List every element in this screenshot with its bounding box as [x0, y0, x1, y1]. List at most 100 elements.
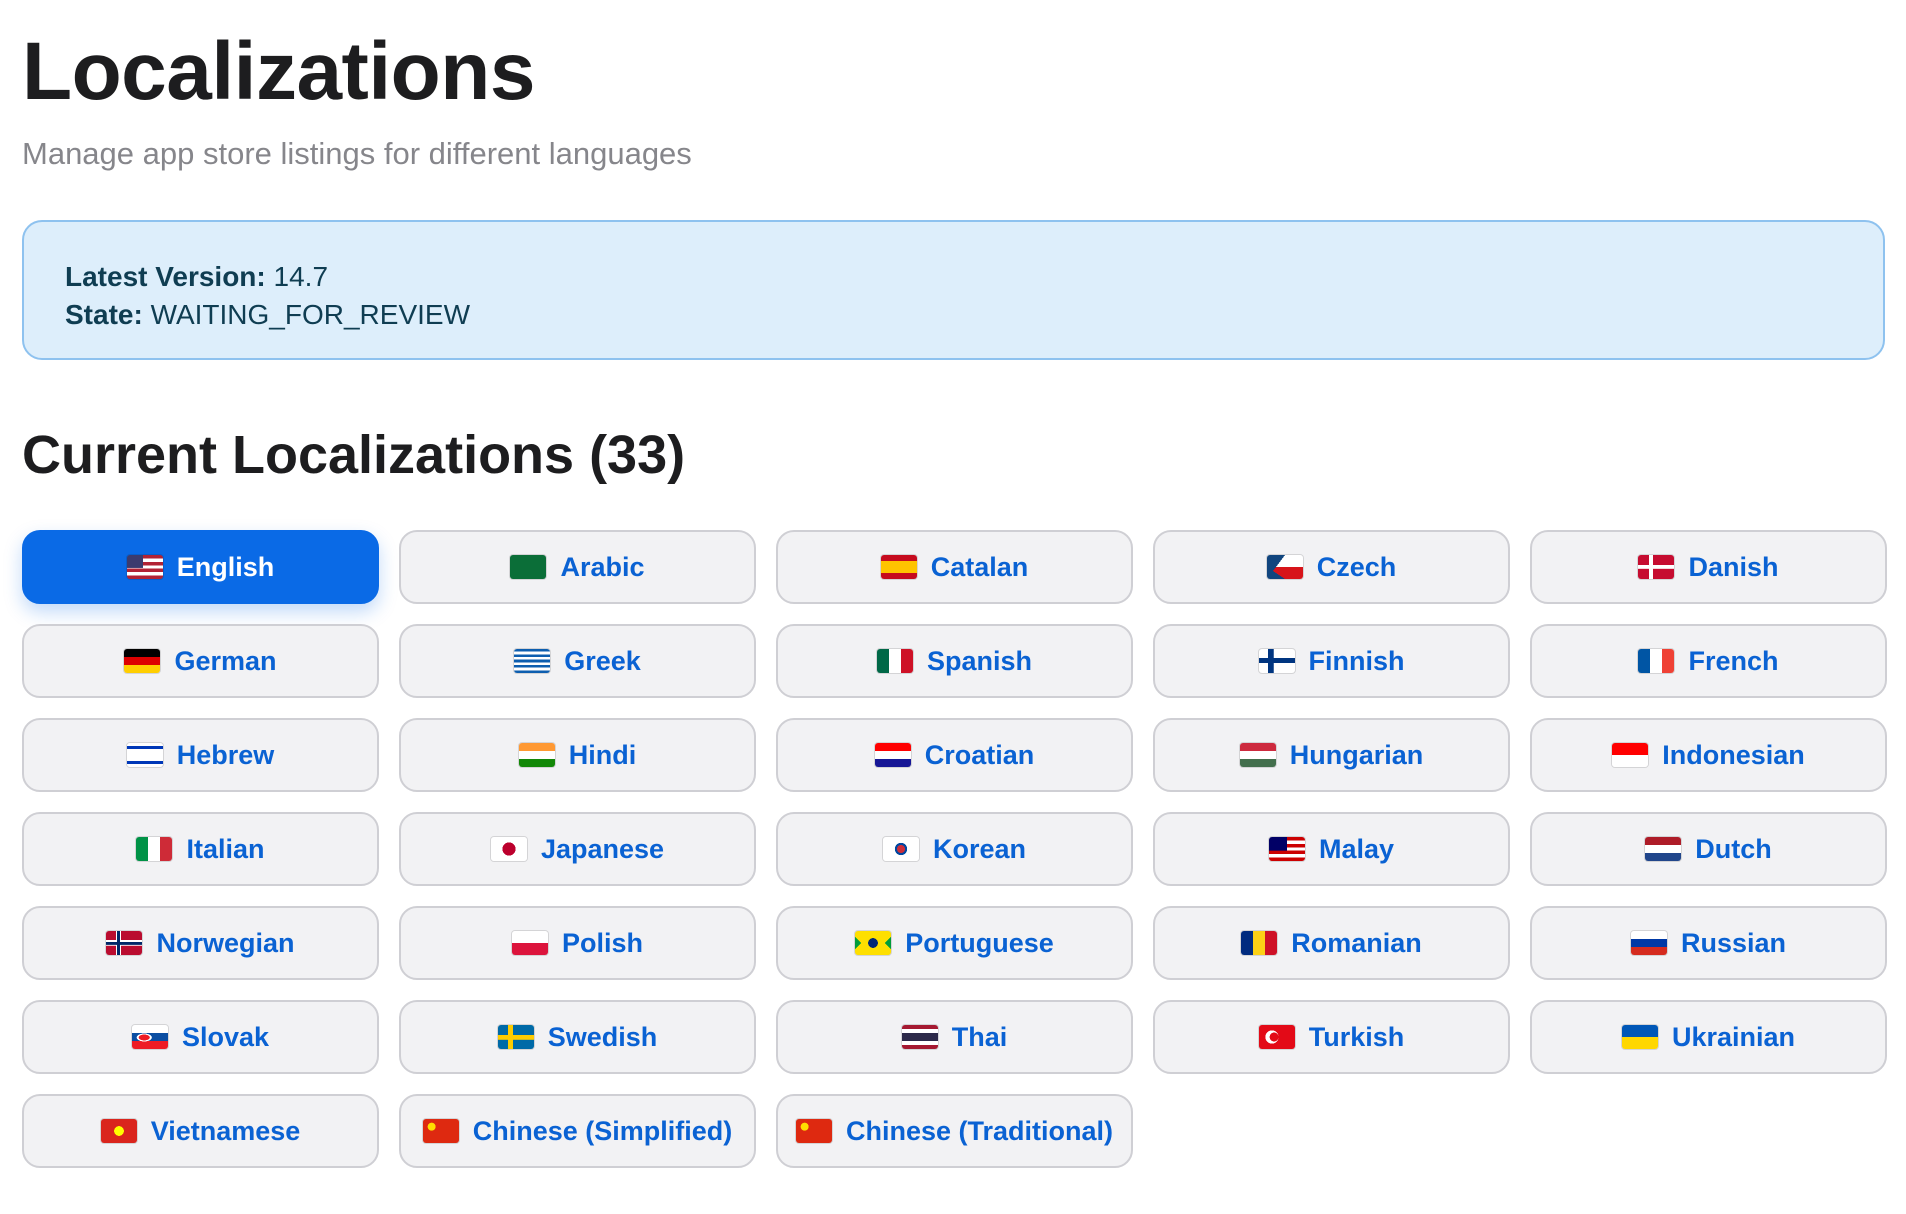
localization-label: Malay — [1318, 833, 1395, 864]
localization-button-czech[interactable]: Czech — [1153, 530, 1510, 604]
localization-button-finnish[interactable]: Finnish — [1153, 624, 1510, 698]
de-flag-icon — [124, 649, 161, 673]
th-flag-icon — [901, 1025, 938, 1049]
se-flag-icon — [497, 1025, 534, 1049]
localization-label: Korean — [932, 833, 1027, 864]
localization-label: Italian — [186, 833, 265, 864]
localization-label: Greek — [564, 645, 641, 676]
localization-button-korean[interactable]: Korean — [776, 812, 1133, 886]
sa-flag-icon — [510, 555, 547, 579]
my-flag-icon — [1268, 837, 1305, 861]
localization-label: Arabic — [560, 551, 645, 582]
localization-label: Hindi — [568, 739, 637, 770]
tr-flag-icon — [1258, 1025, 1295, 1049]
localization-button-slovak[interactable]: Slovak — [22, 1000, 379, 1074]
localization-button-turkish[interactable]: Turkish — [1153, 1000, 1510, 1074]
es-flag-icon — [880, 555, 917, 579]
localization-button-german[interactable]: German — [22, 624, 379, 698]
localization-button-thai[interactable]: Thai — [776, 1000, 1133, 1074]
localization-button-croatian[interactable]: Croatian — [776, 718, 1133, 792]
section-title: Current Localizations (33) — [22, 425, 686, 485]
state-label: State: — [65, 299, 143, 330]
localization-button-hindi[interactable]: Hindi — [399, 718, 756, 792]
localization-button-portuguese[interactable]: Portuguese — [776, 906, 1133, 980]
localization-button-indonesian[interactable]: Indonesian — [1530, 718, 1887, 792]
localization-button-swedish[interactable]: Swedish — [399, 1000, 756, 1074]
version-label: Latest Version: — [65, 261, 266, 292]
il-flag-icon — [126, 743, 163, 767]
cz-flag-icon — [1266, 555, 1303, 579]
version-info-box: Latest Version: 14.7 State: WAITING_FOR_… — [22, 220, 1885, 360]
dk-flag-icon — [1638, 555, 1675, 579]
localization-button-russian[interactable]: Russian — [1530, 906, 1887, 980]
localization-button-dutch[interactable]: Dutch — [1530, 812, 1887, 886]
localization-button-romanian[interactable]: Romanian — [1153, 906, 1510, 980]
localization-button-spanish[interactable]: Spanish — [776, 624, 1133, 698]
vn-flag-icon — [100, 1119, 137, 1143]
in-flag-icon — [518, 743, 555, 767]
localization-label: French — [1688, 645, 1779, 676]
kr-flag-icon — [882, 837, 919, 861]
fi-flag-icon — [1258, 649, 1295, 673]
gr-flag-icon — [514, 649, 551, 673]
ua-flag-icon — [1621, 1025, 1658, 1049]
localization-grid: English Arabic Catalan Czech Danish German Gre… — [22, 530, 1887, 1168]
version-line: Latest Version: 14.7 — [65, 258, 1883, 296]
localization-button-chinese-simplified[interactable]: Chinese (Simplified) — [399, 1094, 756, 1168]
localization-label: Dutch — [1695, 833, 1772, 864]
localization-label: Thai — [951, 1021, 1008, 1052]
br-flag-icon — [855, 931, 892, 955]
localization-button-italian[interactable]: Italian — [22, 812, 379, 886]
ru-flag-icon — [1630, 931, 1667, 955]
localization-button-hebrew[interactable]: Hebrew — [22, 718, 379, 792]
localization-label: Danish — [1688, 551, 1779, 582]
localization-label: Chinese (Simplified) — [472, 1115, 733, 1146]
localization-label: Romanian — [1291, 927, 1422, 958]
localization-label: Hungarian — [1289, 739, 1424, 770]
localization-button-arabic[interactable]: Arabic — [399, 530, 756, 604]
version-value: 14.7 — [273, 261, 329, 292]
localization-button-vietnamese[interactable]: Vietnamese — [22, 1094, 379, 1168]
localization-label: Czech — [1316, 551, 1397, 582]
localization-label: Hebrew — [176, 739, 275, 770]
localization-label: Japanese — [540, 833, 665, 864]
localization-label: English — [176, 551, 275, 582]
localization-label: Croatian — [924, 739, 1035, 770]
localization-label: Turkish — [1308, 1021, 1405, 1052]
localization-button-norwegian[interactable]: Norwegian — [22, 906, 379, 980]
page-title: Localizations — [22, 26, 535, 117]
cn-flag-icon — [795, 1119, 832, 1143]
localization-label: Indonesian — [1662, 739, 1805, 770]
localization-label: Ukrainian — [1671, 1021, 1796, 1052]
us-flag-icon — [126, 555, 163, 579]
localization-label: Catalan — [930, 551, 1029, 582]
localizations-page: Localizations Manage app store listings … — [22, 0, 1887, 1168]
state-value: WAITING_FOR_REVIEW — [150, 299, 471, 330]
localization-button-danish[interactable]: Danish — [1530, 530, 1887, 604]
localization-button-malay[interactable]: Malay — [1153, 812, 1510, 886]
localization-button-catalan[interactable]: Catalan — [776, 530, 1133, 604]
hr-flag-icon — [874, 743, 911, 767]
hu-flag-icon — [1239, 743, 1276, 767]
mx-flag-icon — [876, 649, 913, 673]
localization-button-french[interactable]: French — [1530, 624, 1887, 698]
pl-flag-icon — [511, 931, 548, 955]
jp-flag-icon — [490, 837, 527, 861]
localization-button-polish[interactable]: Polish — [399, 906, 756, 980]
page-subtitle: Manage app store listings for different … — [22, 136, 692, 171]
ro-flag-icon — [1241, 931, 1278, 955]
localization-label: Portuguese — [905, 927, 1054, 958]
sk-flag-icon — [131, 1025, 168, 1049]
localization-label: Vietnamese — [150, 1115, 301, 1146]
localization-label: Finnish — [1308, 645, 1405, 676]
localization-label: Slovak — [181, 1021, 270, 1052]
localization-button-english[interactable]: English — [22, 530, 379, 604]
localization-button-japanese[interactable]: Japanese — [399, 812, 756, 886]
localization-label: German — [174, 645, 277, 676]
localization-button-ukrainian[interactable]: Ukrainian — [1530, 1000, 1887, 1074]
localization-button-chinese-traditional[interactable]: Chinese (Traditional) — [776, 1094, 1133, 1168]
localization-label: Spanish — [926, 645, 1033, 676]
localization-label: Norwegian — [156, 927, 295, 958]
localization-button-greek[interactable]: Greek — [399, 624, 756, 698]
localization-button-hungarian[interactable]: Hungarian — [1153, 718, 1510, 792]
